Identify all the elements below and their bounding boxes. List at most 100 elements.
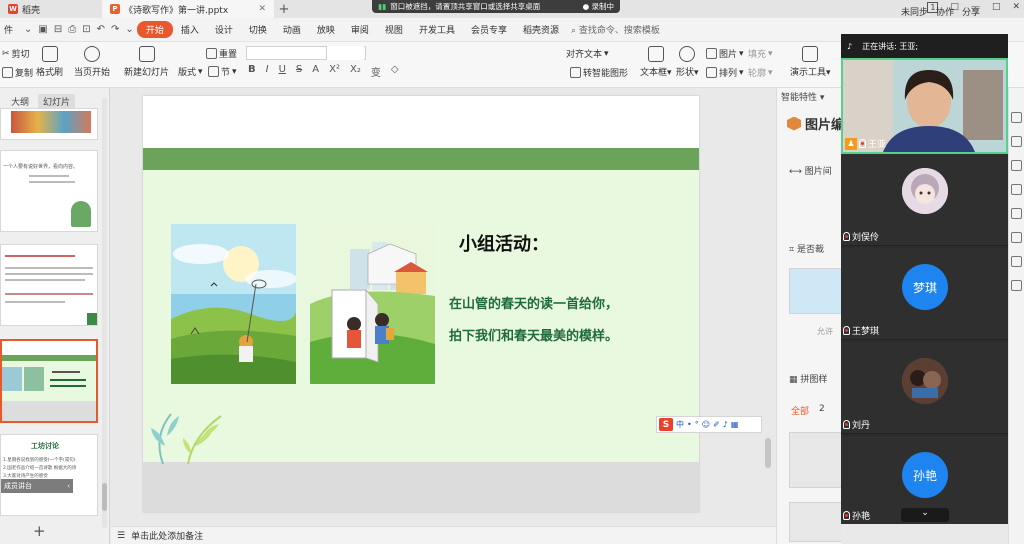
sync-status[interactable]: 未同步 [901,5,928,18]
save-icon[interactable]: ▣ [35,24,50,35]
current-slide[interactable]: 小组活动： 在山管的春天的读一首给你， 拍下我们和春天最美的模样。 [143,96,699,512]
slide-thumbnail[interactable] [0,244,98,326]
voice-icon[interactable]: ♪ [723,420,728,429]
italic-button[interactable]: I [266,64,269,79]
folder-icon[interactable]: ⊟ [51,24,65,35]
slide-title[interactable]: 小组活动： [459,230,549,256]
add-slide-button[interactable]: + [33,522,46,540]
collaborate-button[interactable]: 协作 [936,5,954,18]
section-button[interactable]: 节 ▾ [208,65,237,78]
side-tool-icon[interactable] [1011,160,1022,171]
slide-text-line-1[interactable]: 在山管的春天的读一首给你， [449,293,618,312]
tab-wps-home[interactable]: W 稻壳 [0,0,102,18]
add-tab-button[interactable]: + [274,2,294,17]
side-tool-icon[interactable] [1011,184,1022,195]
outline-button[interactable]: 轮廓 ▾ [748,66,773,80]
print-icon[interactable]: ⎙ [65,24,79,35]
collage-template[interactable] [789,502,841,542]
tab-developer[interactable]: 开发工具 [411,23,463,36]
ime-fullwidth[interactable]: ° [695,420,699,429]
tab-member[interactable]: 会员专享 [463,23,515,36]
change-case-button[interactable]: 变 [371,64,381,79]
pen-icon[interactable]: ✐ [713,420,720,429]
side-tool-icon[interactable] [1011,112,1022,123]
align-text-button[interactable]: 对齐文本 ▾ [566,47,609,61]
strikethrough-button[interactable]: S [296,64,302,79]
tab-home[interactable]: 开始 [136,21,173,38]
file-menu[interactable]: 件 [4,23,21,36]
picture-button[interactable]: 图片 ▾ [706,47,744,60]
close-window-icon[interactable]: ✕ [1012,2,1020,13]
spring-illustration-1[interactable] [171,224,296,384]
side-tool-icon[interactable] [1011,280,1022,291]
slides-scrollbar[interactable] [102,98,107,528]
cut-button[interactable]: ✂ 剪切 [2,47,30,61]
emoji-icon[interactable]: ☺ [702,420,710,429]
format-painter-button[interactable]: 格式刷 [36,46,63,78]
tab-slideshow[interactable]: 放映 [309,23,343,36]
thumbnail-overlay[interactable]: 成员讲台 ‹ [1,479,73,493]
side-tool-icon[interactable] [1011,136,1022,147]
tab-slides[interactable]: 幻灯片 [38,94,76,109]
smart-features-label[interactable]: 智能特性 ▾ [781,90,824,103]
collapse-panel-button[interactable]: ⌄ [901,508,949,522]
slide-thumbnail-current[interactable] [0,339,98,423]
textbox-button[interactable]: 文本框▾ [640,46,672,78]
more-chevron-icon[interactable]: ⌄ [122,24,136,35]
font-size-select[interactable] [326,46,364,60]
play-from-current-button[interactable]: 当页开始 [74,46,110,78]
side-tool-icon[interactable] [1011,232,1022,243]
shape-button[interactable]: 形状▾ [676,46,699,78]
notes-placeholder[interactable]: 单击此处添加备注 [131,529,203,542]
undo-icon[interactable]: ↶ [94,24,108,35]
tab-view[interactable]: 视图 [377,23,411,36]
slide-text-line-2[interactable]: 拍下我们和春天最美的模样。 [449,325,618,344]
tab-outline[interactable]: 大纲 [6,94,34,109]
redo-icon[interactable]: ↷ [108,24,122,35]
menu-chevron-icon[interactable]: ⌄ [21,24,35,35]
tab-document[interactable]: P 《诗歌写作》第一讲.pptx ✕ [102,0,274,18]
sogou-logo-icon[interactable]: S [659,418,673,431]
new-slide-button[interactable]: 新建幻灯片 [124,46,169,78]
slide-thumbnail[interactable]: 一个人要有说好世界，看向内容。 [0,150,98,232]
participant-tile[interactable]: 刘丹 [841,342,1008,434]
smartart-button[interactable]: 转智能图形 [570,66,628,79]
ime-chinese-mode[interactable]: 中 [676,419,684,430]
participant-tile-speaking[interactable]: ♟ 王亚 [841,58,1008,154]
font-color-button[interactable]: A [312,64,319,79]
participant-tile[interactable]: 刘俣伶 [841,154,1008,246]
maximize-icon[interactable]: □ [992,2,1001,13]
highlight-button[interactable]: ◇ [391,64,399,79]
slides-scrollbar-thumb[interactable] [102,483,107,511]
slide-thumbnail[interactable] [0,108,98,140]
ime-punctuation[interactable]: • [687,420,692,429]
layout-button[interactable]: 版式 ▾ [178,65,203,79]
fill-button[interactable]: 填充 ▾ [748,47,773,61]
close-tab-icon[interactable]: ✕ [258,4,266,14]
canvas-scrollbar-thumb[interactable] [765,438,771,468]
command-search[interactable]: ⌕ 查找命令、搜索模板 [571,23,660,36]
filter-2-tab[interactable]: 2 [819,404,825,414]
superscript-button[interactable]: X² [329,64,340,79]
toolbox-icon[interactable]: ▦ [731,420,739,429]
copy-button[interactable]: 复制 [2,66,33,79]
side-tool-icon[interactable] [1011,256,1022,267]
participant-tile[interactable]: 梦琪 王梦琪 [841,248,1008,340]
tab-design[interactable]: 设计 [207,23,241,36]
bold-button[interactable]: B [248,64,256,79]
share-button[interactable]: 分享 [962,5,980,18]
slide-thumbnail[interactable]: 工坊讨论 1.星期各说找到的感受(一个字(或句) 2.国老作品介绍一首诗歌 根据… [0,434,98,516]
tab-animation[interactable]: 动画 [275,23,309,36]
tab-resources[interactable]: 稻壳资源 [515,23,567,36]
arrange-button[interactable]: 排列 ▾ [706,66,744,79]
crop-preview[interactable] [789,268,841,314]
spring-illustration-2[interactable] [310,224,435,384]
tab-review[interactable]: 审阅 [343,23,377,36]
tab-transition[interactable]: 切换 [241,23,275,36]
filter-all-tab[interactable]: 全部 [791,404,809,417]
presenter-tools-button[interactable]: 演示工具▾ [790,46,831,78]
subscript-button[interactable]: X₂ [350,64,361,79]
reset-button[interactable]: 重置 [206,47,237,60]
collage-template[interactable] [789,432,841,488]
side-tool-icon[interactable] [1011,208,1022,219]
